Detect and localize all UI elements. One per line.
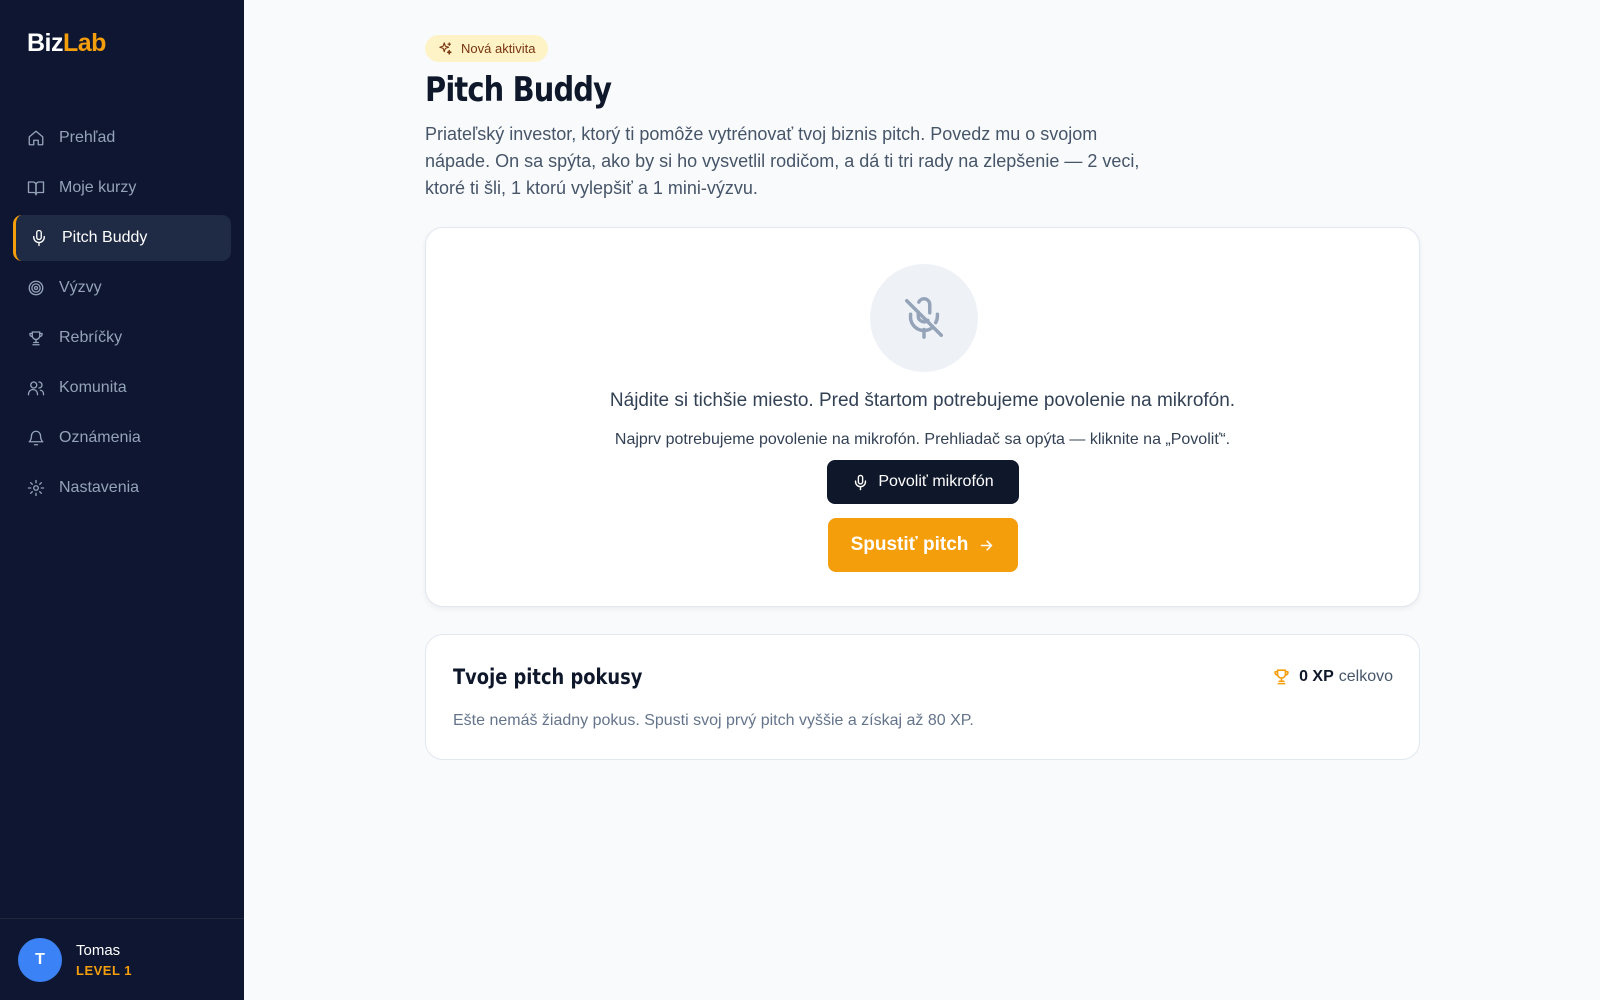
microphone-card: Nájdite si tichšie miesto. Pred štartom …	[425, 227, 1420, 607]
avatar: T	[18, 937, 62, 982]
logo-part-biz: Biz	[27, 29, 64, 57]
trophy-icon	[1274, 669, 1289, 685]
arrow-right-icon	[981, 539, 993, 551]
gear-icon	[27, 479, 45, 497]
book-icon	[27, 181, 45, 196]
app-logo[interactable]: BizLab	[27, 29, 106, 58]
attempts-empty-state: Ešte nemáš žiadny pokus. Spusti svoj prv…	[453, 712, 974, 729]
user-level: LEVEL 1	[76, 962, 133, 978]
target-icon	[28, 280, 44, 296]
xp-total: 0 XP celkovo	[1272, 667, 1393, 686]
pitch-attempts-card: Tvoje pitch pokusy 0 XP celkovo Ešte nem…	[425, 634, 1420, 760]
new-activity-badge: Nová aktivita	[425, 35, 549, 62]
page-description: Priateľský investor, ktorý ti pomôže vyt…	[425, 124, 1140, 198]
users-icon	[27, 381, 45, 396]
allow-microphone-label: Povoliť mikrofón	[878, 473, 994, 490]
xp-value: 0 XP	[1299, 667, 1334, 685]
xp-suffix: celkovo	[1338, 667, 1393, 685]
start-pitch-button[interactable]: Spustiť pitch	[828, 518, 1018, 572]
logo-part-lab: Lab	[63, 29, 106, 57]
allow-microphone-button[interactable]: Povoliť mikrofón	[827, 460, 1019, 504]
user-info: Tomas LEVEL 1	[76, 942, 132, 978]
trophy-icon	[29, 331, 43, 346]
mic-icon	[855, 474, 867, 490]
sidebar-item-label: Prehľad	[59, 129, 116, 146]
sidebar-item-oznamenia[interactable]: Oznámenia	[13, 415, 231, 461]
user-name: Tomas	[76, 941, 121, 959]
page-title: Pitch Buddy	[425, 70, 612, 110]
sidebar-item-label: Moje kurzy	[59, 179, 137, 196]
sidebar-item-label: Nastavenia	[59, 479, 140, 496]
attempts-title: Tvoje pitch pokusy	[453, 665, 643, 689]
sidebar-item-moje-kurzy[interactable]: Moje kurzy	[13, 165, 231, 211]
sidebar-item-label: Oznámenia	[59, 429, 141, 446]
sidebar-item-label: Rebríčky	[59, 329, 123, 346]
sidebar-item-komunita[interactable]: Komunita	[13, 365, 231, 411]
sidebar-item-pitch-buddy[interactable]: Pitch Buddy	[13, 215, 231, 261]
sidebar-item-label: Pitch Buddy	[62, 229, 148, 246]
sparkles-icon	[439, 42, 452, 55]
badge-label: Nová aktivita	[461, 41, 536, 56]
mic-status-circle	[870, 264, 978, 372]
permission-hint-text: Najprv potrebujeme povolenie na mikrofón…	[614, 431, 1231, 448]
sidebar-item-vyzvy[interactable]: Výzvy	[13, 265, 231, 311]
sidebar-item-prehlad[interactable]: Prehľad	[13, 115, 231, 161]
bell-icon	[28, 430, 44, 446]
home-icon	[28, 130, 44, 146]
start-pitch-label: Spustiť pitch	[850, 534, 969, 555]
mic-icon	[33, 229, 45, 247]
sidebar-item-label: Komunita	[59, 379, 127, 396]
quiet-place-text: Nájdite si tichšie miesto. Pred štartom …	[609, 390, 1236, 411]
sidebar-item-label: Výzvy	[59, 279, 102, 296]
sidebar-item-rebricky[interactable]: Rebríčky	[13, 315, 231, 361]
mic-off-icon	[905, 297, 943, 339]
user-profile[interactable]: T Tomas LEVEL 1	[0, 918, 244, 1000]
sidebar-nav: Prehľad Moje kurzy Pitch Buddy Výzvy Reb…	[13, 115, 231, 515]
sidebar-item-nastavenia[interactable]: Nastavenia	[13, 465, 231, 511]
sidebar: BizLab Prehľad Moje kurzy Pitch Buddy Vý…	[0, 0, 244, 1000]
